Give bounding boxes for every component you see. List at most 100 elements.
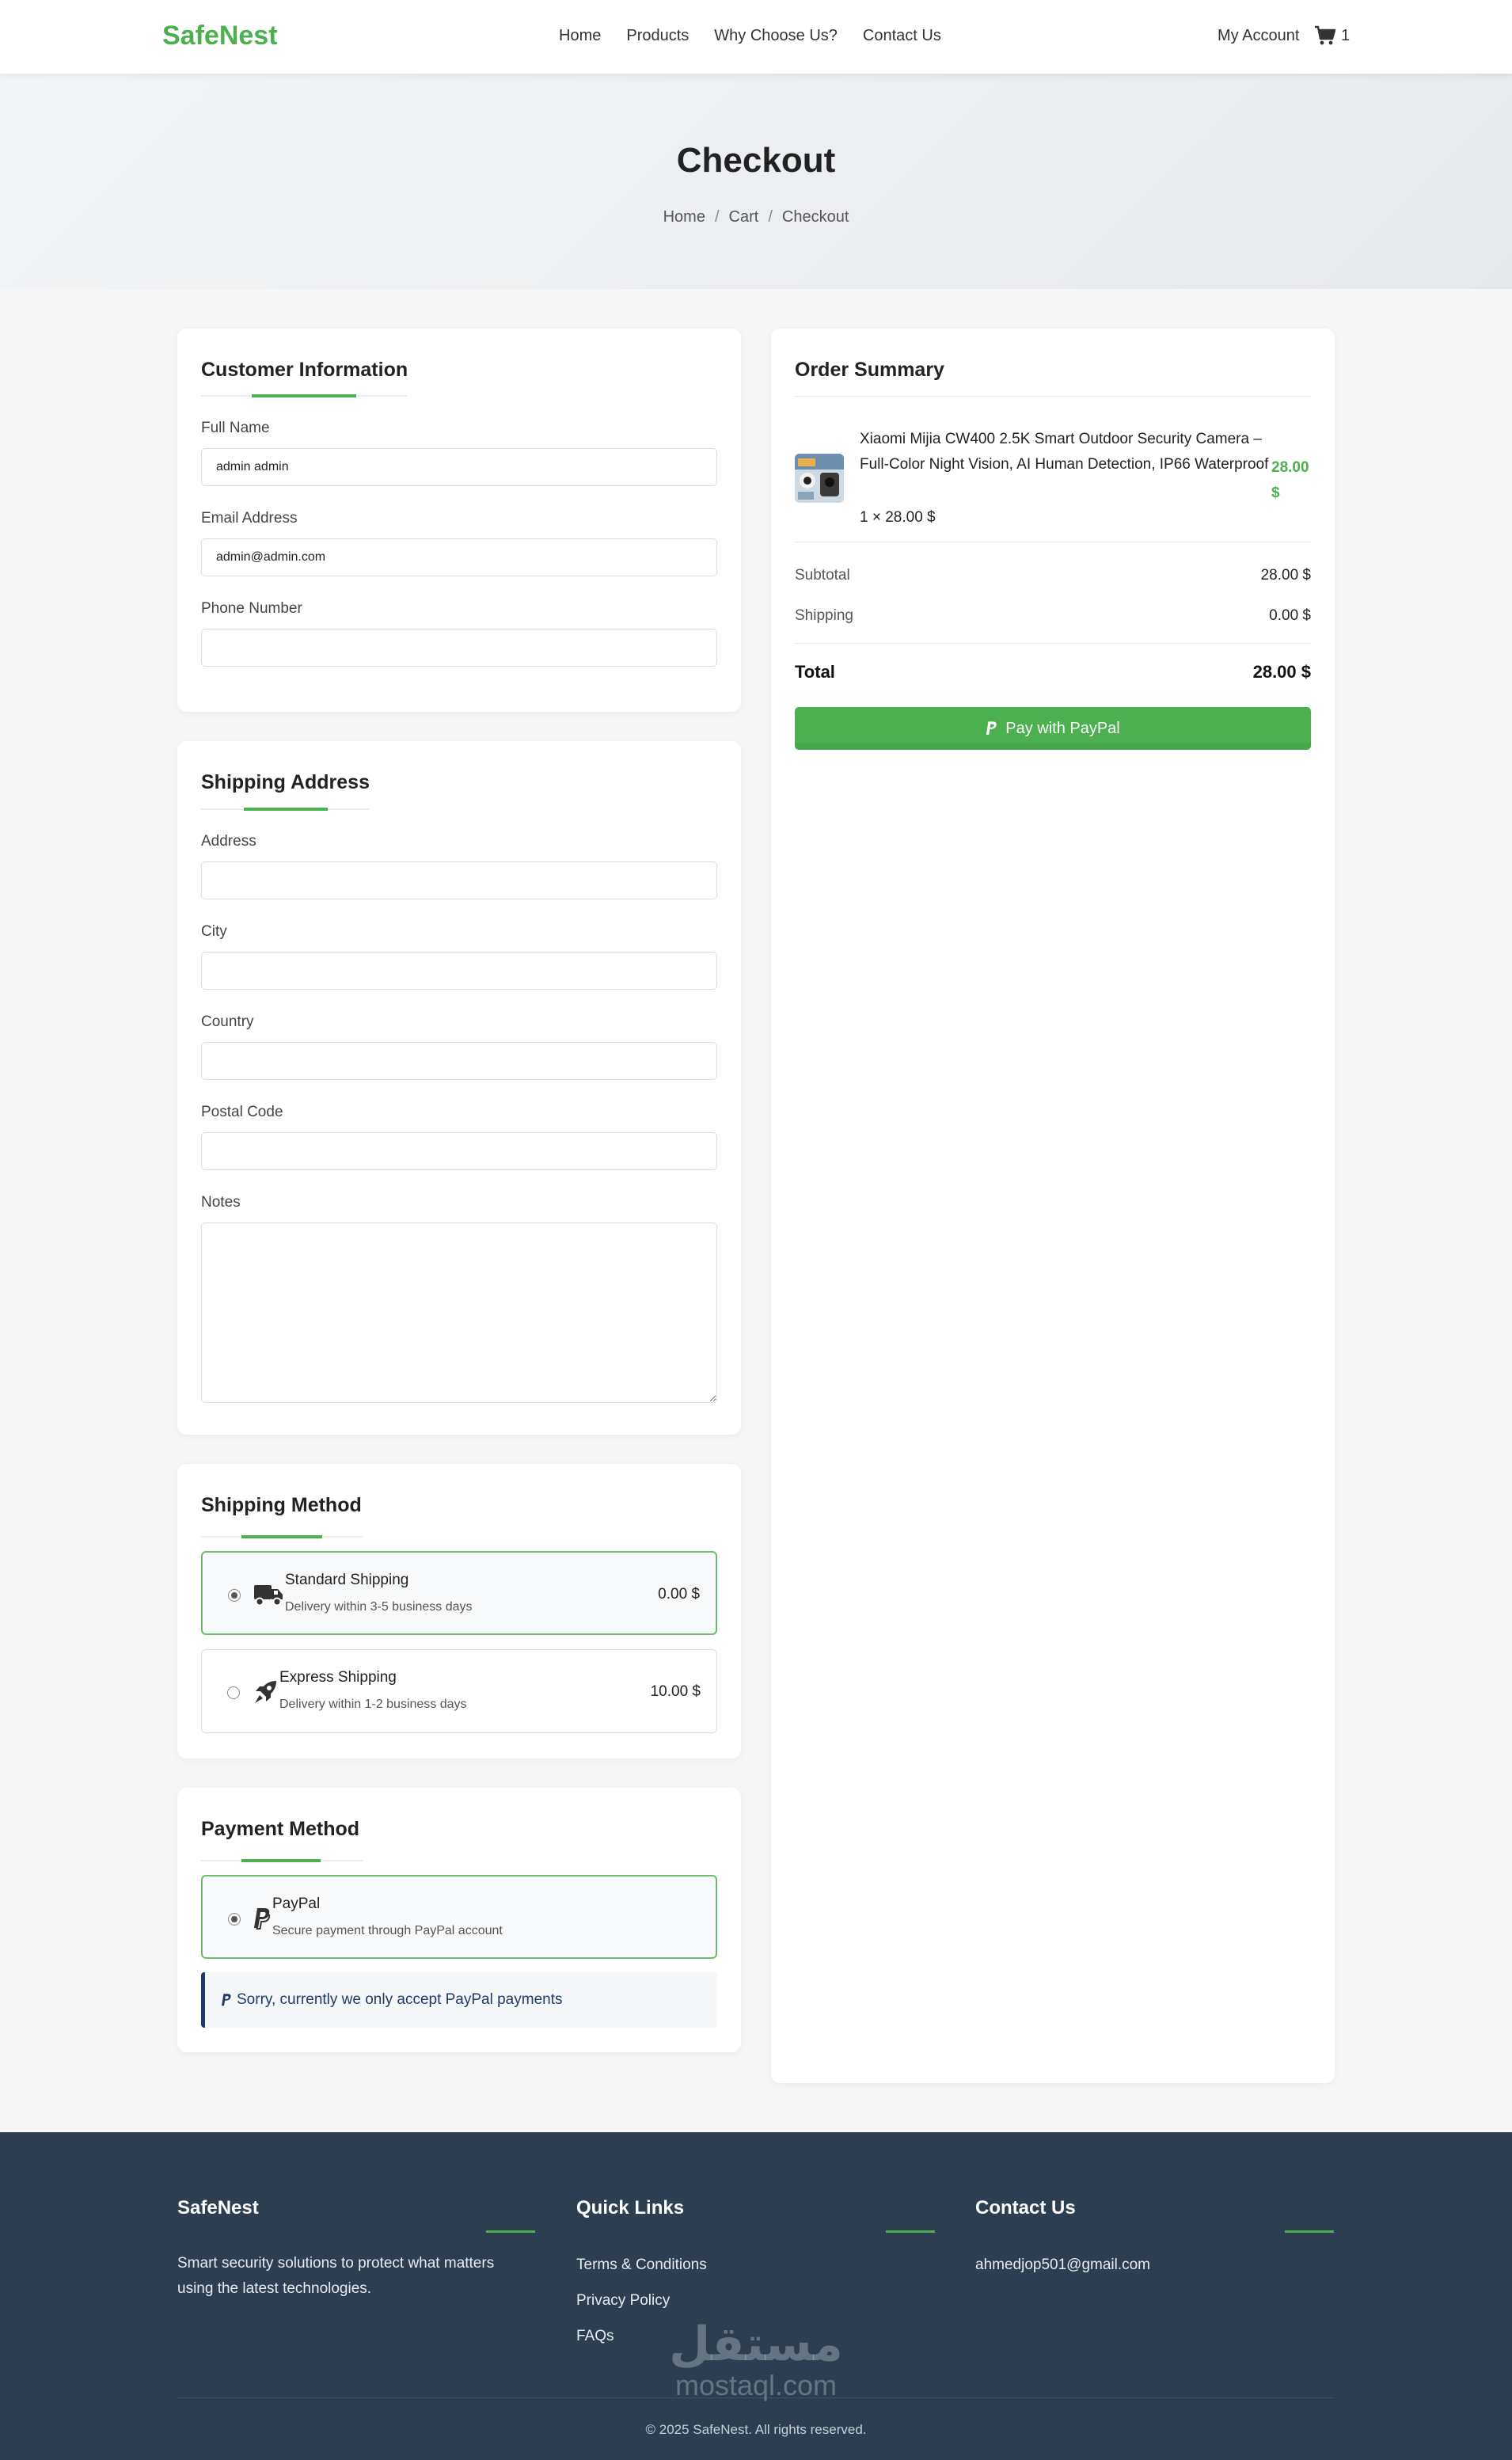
subtotal-value: 28.00 $ [1260, 567, 1311, 584]
pay-with-paypal-button[interactable]: Pay with PayPal [795, 707, 1311, 750]
paypal-icon [986, 721, 997, 735]
option-title: PayPal [272, 1895, 321, 1912]
address-input[interactable] [201, 861, 717, 899]
footer-accent-line [886, 2230, 935, 2233]
breadcrumb-cart[interactable]: Cart [729, 208, 759, 226]
notes-textarea[interactable] [201, 1222, 717, 1403]
shipping-address-card: Shipping Address Address City Country Po… [177, 741, 741, 1435]
notice-text: Sorry, currently we only accept PayPal p… [237, 1991, 563, 2008]
customer-info-card: Customer Information Full Name Email Add… [177, 329, 741, 712]
cart-link[interactable]: 1 [1314, 25, 1350, 46]
breadcrumb: Home / Cart / Checkout [0, 208, 1512, 226]
title-divider [201, 394, 407, 397]
shipping-option-standard[interactable]: Standard Shipping Delivery within 3-5 bu… [201, 1551, 717, 1635]
page-title: Checkout [676, 141, 836, 180]
product-name: Xiaomi Mijia CW400 2.5K Smart Outdoor Se… [860, 431, 1269, 473]
card-title: Shipping Method [201, 1494, 362, 1516]
subtotal-row: Subtotal 28.00 $ [795, 567, 1311, 584]
footer-accent-line [1285, 2230, 1334, 2233]
breadcrumb-separator: / [768, 208, 773, 226]
postal-code-label: Postal Code [201, 1104, 283, 1120]
product-thumbnail [795, 454, 844, 503]
full-name-label: Full Name [201, 420, 270, 436]
shipping-value: 0.00 $ [1269, 607, 1311, 624]
total-label: Total [795, 662, 835, 682]
cart-count: 1 [1341, 26, 1351, 44]
product-quantity: 1 × 28.00 $ [860, 509, 936, 526]
country-input[interactable] [201, 1042, 717, 1080]
footer-accent-line [486, 2230, 535, 2233]
breadcrumb-separator: / [714, 208, 720, 226]
total-row: Total 28.00 $ [795, 662, 1311, 682]
card-title: Order Summary [795, 359, 944, 381]
option-title: Standard Shipping [285, 1572, 409, 1588]
option-price: 0.00 $ [658, 1586, 700, 1603]
postal-code-input[interactable] [201, 1132, 717, 1170]
option-description: Delivery within 1-2 business days [279, 1698, 467, 1711]
phone-input[interactable] [201, 629, 717, 667]
product-price: 28.00 $ [1271, 459, 1309, 501]
breadcrumb-home[interactable]: Home [663, 208, 705, 226]
paypal-icon [254, 1908, 271, 1930]
option-price: 10.00 $ [650, 1683, 701, 1700]
truck-icon [254, 1585, 283, 1606]
main-nav: Home Products Why Choose Us? Contact Us [559, 27, 941, 45]
site-header: SafeNest Home Products Why Choose Us? Co… [0, 0, 1512, 74]
nav-why-choose-us[interactable]: Why Choose Us? [714, 27, 838, 45]
nav-products[interactable]: Products [626, 27, 689, 45]
notes-label: Notes [201, 1194, 241, 1211]
card-title: Customer Information [201, 359, 408, 381]
title-divider [201, 1535, 363, 1538]
full-name-input[interactable] [201, 448, 717, 486]
title-divider [201, 808, 369, 811]
payment-notice: Sorry, currently we only accept PayPal p… [201, 1972, 717, 2028]
standard-shipping-radio[interactable] [228, 1589, 241, 1602]
cart-icon [1315, 25, 1336, 45]
card-title: Payment Method [201, 1818, 360, 1840]
email-input[interactable] [201, 538, 717, 576]
footer-brand-text: Smart security solutions to protect what… [177, 2255, 495, 2297]
rocket-icon [255, 1681, 276, 1703]
city-label: City [201, 923, 227, 940]
paypal-icon [222, 1994, 231, 2006]
footer-links-title: Quick Links [576, 2197, 685, 2219]
subtotal-label: Subtotal [795, 567, 850, 584]
page-hero: Checkout Home / Cart / Checkout [0, 74, 1512, 289]
mostaql-watermark: مستقل mostaql.com [663, 2319, 849, 2401]
breadcrumb-current: Checkout [781, 208, 849, 226]
nav-home[interactable]: Home [559, 27, 601, 45]
address-label: Address [201, 833, 256, 850]
footer-link-privacy[interactable]: Privacy Policy [576, 2292, 670, 2310]
nav-contact[interactable]: Contact Us [863, 27, 941, 45]
shipping-method-card: Shipping Method Standard Shipping Delive… [177, 1464, 741, 1759]
express-shipping-radio[interactable] [227, 1686, 240, 1699]
footer-link-terms[interactable]: Terms & Conditions [576, 2257, 707, 2274]
title-divider [201, 1859, 363, 1862]
option-description: Delivery within 3-5 business days [285, 1600, 473, 1614]
footer-brand-title: SafeNest [177, 2197, 259, 2219]
paypal-radio[interactable] [228, 1913, 241, 1926]
order-summary-card: Order Summary Xiaomi Mijia CW400 2.5K Sm… [771, 329, 1335, 2083]
payment-method-card: Payment Method PayPal Secure payment thr… [177, 1788, 741, 2052]
email-label: Email Address [201, 510, 298, 527]
payment-option-paypal[interactable]: PayPal Secure payment through PayPal acc… [201, 1875, 717, 1959]
option-description: Secure payment through PayPal account [272, 1924, 503, 1937]
my-account-link[interactable]: My Account [1218, 27, 1299, 45]
brand-logo[interactable]: SafeNest [162, 21, 278, 51]
country-label: Country [201, 1013, 254, 1030]
footer-link-faqs[interactable]: FAQs [576, 2328, 614, 2345]
footer-contact-title: Contact Us [975, 2197, 1076, 2219]
option-title: Express Shipping [279, 1669, 397, 1686]
shipping-row: Shipping 0.00 $ [795, 607, 1311, 625]
watermark-url: mostaql.com [674, 2369, 838, 2401]
copyright: © 2025 SafeNest. All rights reserved. [645, 2422, 867, 2437]
card-title: Shipping Address [201, 771, 370, 793]
watermark-arabic: مستقل [669, 2317, 843, 2372]
city-input[interactable] [201, 952, 717, 990]
shipping-option-express[interactable]: Express Shipping Delivery within 1-2 bus… [201, 1649, 717, 1733]
total-value: 28.00 $ [1252, 662, 1311, 682]
shipping-label: Shipping [795, 607, 853, 624]
footer-contact-email[interactable]: ahmedjop501@gmail.com [975, 2257, 1150, 2274]
pay-button-label: Pay with PayPal [1005, 719, 1120, 737]
site-footer: SafeNest Smart security solutions to pro… [0, 2132, 1512, 2460]
